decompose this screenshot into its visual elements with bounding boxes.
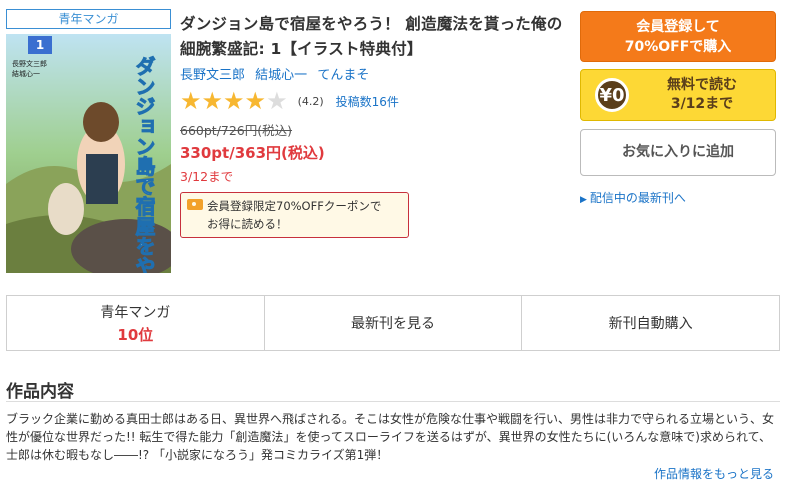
author-link[interactable]: 長野文三郎 xyxy=(180,68,245,83)
section-divider xyxy=(6,401,780,402)
register-button-line-2: 70%OFFで購入 xyxy=(624,39,732,55)
cover-volume: 1 xyxy=(36,38,44,52)
coupon-icon xyxy=(187,199,203,210)
cover-image[interactable]: 1 ダンジョン島で宿屋をやろう! 長野文三郎 結城心一 xyxy=(6,34,171,273)
star-icon: ★ xyxy=(180,87,202,115)
genre-tag[interactable]: 青年マンガ xyxy=(6,9,171,29)
more-info-link[interactable]: 作品情報をもっと見る xyxy=(654,465,774,482)
tab-latest-label: 最新刊を見る xyxy=(351,316,435,332)
rating: ★ ★ ★ ★ ★ (4.2) 投稿数16件 xyxy=(180,88,570,114)
yen-zero-icon: ¥0 xyxy=(595,78,629,112)
tab-auto-purchase[interactable]: 新刊自動購入 xyxy=(521,296,779,350)
original-price: 660pt/726円(税込) xyxy=(180,123,293,138)
latest-volume-link[interactable]: ▶ 配信中の最新刊へ xyxy=(580,189,776,206)
author-link[interactable]: てんまそ xyxy=(317,68,369,83)
add-favorite-button[interactable]: お気に入りに追加 xyxy=(580,129,776,176)
register-button-line-1: 会員登録して xyxy=(636,19,720,35)
review-count-link[interactable]: 投稿数16件 xyxy=(336,93,399,110)
action-buttons: 会員登録して 70%OFFで購入 ¥0 無料で読む 3/12まで お気に入りに追… xyxy=(580,11,776,206)
tab-latest-volume[interactable]: 最新刊を見る xyxy=(263,296,522,350)
coupon-banner[interactable]: 会員登録限定70%OFFクーポンで お得に読める！ xyxy=(180,192,409,238)
star-empty-icon: ★ xyxy=(266,87,288,115)
star-icon: ★ xyxy=(223,87,245,115)
coupon-line-2: お得に読める！ xyxy=(207,217,288,231)
author-link[interactable]: 結城心一 xyxy=(255,68,307,83)
register-buy-button[interactable]: 会員登録して 70%OFFで購入 xyxy=(580,11,776,62)
tab-genre-ranking[interactable]: 青年マンガ 10位 xyxy=(7,296,264,350)
latest-volume-label: 配信中の最新刊へ xyxy=(589,191,686,205)
cover-author-1: 長野文三郎 xyxy=(12,59,47,68)
author-list: 長野文三郎 結城心一 てんまそ xyxy=(180,68,570,84)
book-title: ダンジョン島で宿屋をやろう！ 創造魔法を貰った俺の細腕繁盛記: 1【イラスト特典… xyxy=(180,15,563,58)
rating-score: (4.2) xyxy=(297,94,324,108)
free-read-label: 無料で読む 3/12まで xyxy=(629,76,775,114)
cover-title: ダンジョン島で宿屋をやろう! xyxy=(132,56,156,273)
tab-genre-label: 青年マンガ xyxy=(100,304,171,321)
synopsis-heading: 作品内容 xyxy=(6,382,74,402)
cover-author-2: 結城心一 xyxy=(12,69,40,78)
tab-auto-purchase-label: 新刊自動購入 xyxy=(608,316,693,332)
book-info: ダンジョン島で宿屋をやろう！ 創造魔法を貰った俺の細腕繁盛記: 1【イラスト特典… xyxy=(180,12,570,238)
free-read-line-1: 無料で読む xyxy=(667,77,737,93)
star-icon: ★ xyxy=(244,87,267,115)
synopsis-text: ブラック企業に勤める真田士郎はある日、異世界へ飛ばされる。そこは女性が危険な仕事… xyxy=(6,412,775,462)
star-icon: ★ xyxy=(201,87,224,115)
triangle-right-icon: ▶ xyxy=(580,195,587,205)
coupon-line-1: 会員登録限定70%OFFクーポンで xyxy=(207,199,382,213)
sale-price: 330pt/363円(税込) xyxy=(180,144,325,162)
ranking-value: 10位 xyxy=(117,325,154,344)
action-tabs: 青年マンガ 10位 最新刊を見る 新刊自動購入 xyxy=(6,295,780,351)
sale-deadline: 3/12まで xyxy=(180,169,234,184)
free-read-line-2: 3/12まで xyxy=(670,96,734,112)
free-read-button[interactable]: ¥0 無料で読む 3/12まで xyxy=(580,69,776,121)
